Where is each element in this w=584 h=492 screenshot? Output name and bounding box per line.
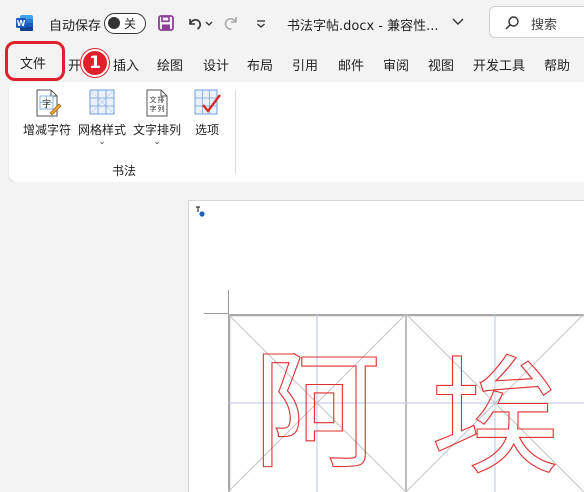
tab-file[interactable]: 文件 [5, 41, 65, 81]
tab-layout[interactable]: 布局 [247, 55, 273, 74]
text-arrangement-icon: 文 字 排 列 [146, 89, 168, 117]
toggle-knob [108, 17, 120, 29]
tab-references[interactable]: 引用 [292, 55, 318, 74]
tab-view[interactable]: 视图 [428, 55, 454, 74]
calligraphy-character: 埃 [431, 344, 559, 492]
tab-insert[interactable]: 插入 [113, 55, 139, 74]
autosave-toggle[interactable]: 关 [104, 13, 146, 34]
customize-toolbar-icon[interactable] [254, 14, 268, 32]
svg-text:W: W [17, 19, 26, 28]
tab-help[interactable]: 帮助 [544, 55, 570, 74]
options-label: 选项 [194, 123, 219, 137]
redo-icon[interactable] [222, 14, 240, 32]
tab-review[interactable]: 审阅 [383, 55, 409, 74]
tab-file-label: 文件 [20, 57, 47, 72]
grid-style-button[interactable]: 网格样式 ⌄ [76, 87, 128, 147]
undo-icon[interactable] [186, 14, 204, 32]
grid-style-dropdown-icon: ⌄ [98, 137, 106, 147]
tab-developer[interactable]: 开发工具 [473, 55, 525, 74]
svg-text:列: 列 [158, 104, 165, 113]
search-icon [505, 16, 519, 30]
svg-text:排: 排 [158, 95, 165, 104]
margin-guide-horizontal [204, 313, 228, 314]
tab-design[interactable]: 设计 [203, 55, 229, 74]
anchor-icon [196, 206, 205, 217]
chevron-down-icon[interactable] [451, 14, 465, 28]
svg-text:字: 字 [150, 104, 157, 113]
character-edit-icon: 字 [36, 89, 62, 117]
add-remove-characters-label: 增减字符 [22, 123, 71, 137]
grid-style-icon [89, 89, 115, 115]
text-arrangement-label: 文字排列 [132, 123, 181, 137]
calligraphy-character: 阿 [253, 338, 381, 487]
title-bar: W 自动保存 关 书法字帖.docx - 兼容性... 搜索 [0, 0, 584, 46]
text-arrangement-button[interactable]: 文 字 排 列 文字排列 ⌄ [131, 87, 183, 147]
ribbon-panel: 字 增减字符 网格样式 ⌄ 文 字 排 列 文字排列 ⌄ 选项 书法 [9, 82, 584, 182]
save-icon[interactable] [157, 14, 175, 32]
tab-mailings[interactable]: 邮件 [338, 55, 364, 74]
calligraphy-grid[interactable]: 阿 埃 [228, 314, 584, 492]
margin-guide-vertical [228, 290, 229, 314]
undo-dropdown-chevron-icon[interactable] [204, 14, 214, 32]
svg-text:文: 文 [150, 95, 157, 104]
group-divider [235, 90, 236, 174]
options-icon [194, 89, 221, 115]
grid-style-label: 网格样式 [77, 123, 126, 137]
options-button[interactable]: 选项 [187, 87, 227, 138]
document-title[interactable]: 书法字帖.docx - 兼容性... [287, 15, 439, 34]
add-remove-characters-button[interactable]: 字 增减字符 [21, 87, 73, 138]
word-logo-icon: W [16, 15, 33, 31]
search-placeholder: 搜索 [531, 18, 558, 33]
svg-text:字: 字 [42, 98, 51, 110]
search-input[interactable]: 搜索 [489, 6, 584, 38]
autosave-state: 关 [124, 17, 137, 31]
autosave-label: 自动保存 [49, 19, 102, 34]
calligraphy-group-label: 书法 [112, 164, 137, 178]
text-arrangement-dropdown-icon: ⌄ [153, 137, 161, 147]
step-number: 1 [89, 53, 101, 73]
tab-draw[interactable]: 绘图 [157, 55, 183, 74]
tab-home[interactable]: 开 [68, 55, 81, 74]
step-marker: 1 [81, 49, 109, 77]
